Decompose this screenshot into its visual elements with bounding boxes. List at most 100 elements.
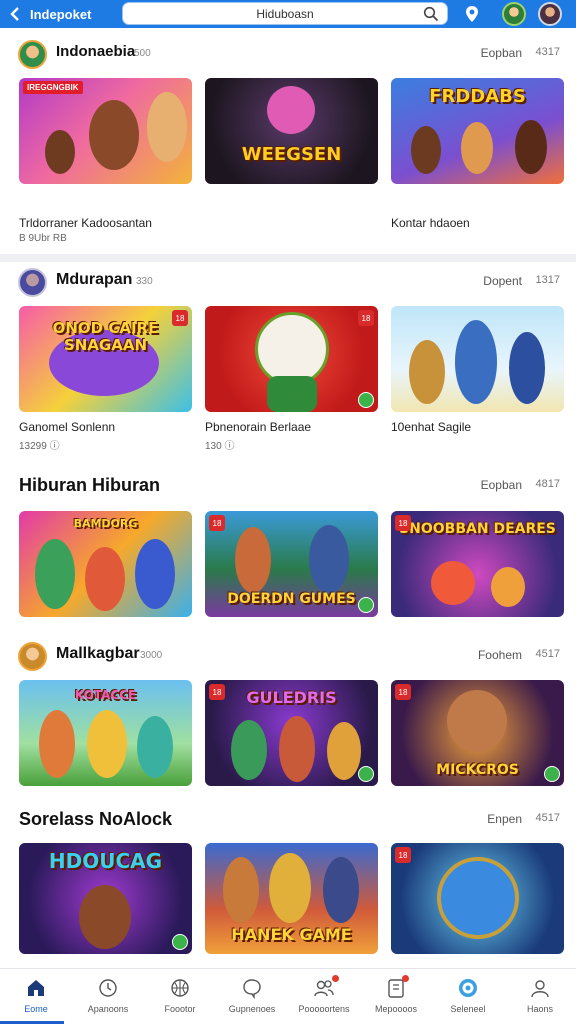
nav-item-gupnenoes[interactable]: Gupnenoes [216,969,288,1024]
section-mallkagbar: Mallkagbar 3000 Foohem 4517 KOTACCE GULE… [0,636,576,796]
verified-badge-icon [358,392,374,408]
card-badge: 18 [358,310,374,326]
section-title: Sorelass NoAlock [19,809,173,829]
home-icon [28,980,44,996]
card-badge: 18 [209,684,225,700]
section-title: Hiburan Hiburan [19,475,161,495]
game-card[interactable]: BAMDORG [19,511,192,617]
game-card[interactable]: 18 [205,306,378,412]
card-caption: Trldorraner Kadoosantan [19,216,152,230]
see-all-link[interactable]: Foohem [478,648,522,662]
game-card[interactable]: SNOOBBAN DEARES 18 [391,511,564,617]
verified-badge-icon [544,766,560,782]
section-header: Mdurapan 330 Dopent 1317 [0,262,576,300]
section-sorelass: Sorelass NoAlock Enpen 4517 HDOUCAG HANE… [0,800,576,960]
game-card[interactable] [391,306,564,412]
top-app-bar: Indepoket [0,0,576,28]
see-all-link[interactable]: Eopban [481,46,522,60]
chat-icon [243,979,261,999]
section-number: 4517 [535,648,560,660]
section-number: 1317 [535,274,560,286]
card-caption: Pbnenorain Berlaae [205,420,312,434]
section-title: Mdurapan [56,271,133,288]
game-card[interactable]: 18 [391,843,564,954]
card-caption: 10enhat Sagile [391,420,472,434]
basketball-icon [171,979,189,997]
card-subtext: 130 ⓘ [205,441,235,452]
card-art-text: WEEGSEN [241,144,342,165]
section-count: 3000 [140,650,163,661]
verified-badge-icon [358,597,374,613]
card-badge: 18 [209,515,225,531]
section-title: Mallkagbar [56,645,140,662]
section-title: Indonaebia [56,43,136,60]
section-mdurapan: Mdurapan 330 Dopent 1317 ONOD CAIRE SNAG… [0,262,576,462]
user-avatar[interactable] [502,2,526,26]
verified-badge-icon [358,766,374,782]
game-card[interactable]: FRDDABS [391,78,564,184]
clock-icon [99,979,117,997]
card-art-text: FRDDABS [429,86,526,107]
nav-item-foootor[interactable]: Foootor [144,969,216,1024]
nav-label: Haons [526,1004,553,1014]
card-art-text: KOTACCE [74,688,137,702]
game-card[interactable]: KOTACCE [19,680,192,786]
card-art-text: SNOOBBAN DEARES [399,521,556,537]
nav-item-pooooortens[interactable]: Pooooortens [288,969,360,1024]
card-art-text: DOERDN GUMES [227,591,356,607]
card-caption: Ganomel Sonlenn [19,420,116,434]
location-pin-icon[interactable] [460,2,484,26]
card-badge: 18 [395,684,411,700]
search-icon[interactable] [423,6,439,22]
section-divider [0,254,576,262]
nav-item-mepoooos[interactable]: Mepoooos [360,969,432,1024]
section-header: Indonaebia 500 Eopban 4317 [0,34,576,72]
card-art-text: MICKCROS [436,762,519,778]
card-badge: 18 [395,847,411,863]
nav-item-home[interactable]: Eome [0,969,72,1024]
card-art-text: BAMDORG [73,517,138,530]
section-hiburan: Hiburan Hiburan Eopban 4817 BAMDORG DOER… [0,466,576,626]
see-all-link[interactable]: Eopban [481,478,522,492]
section-number: 4817 [535,478,560,490]
nav-label: Foootor [164,1004,196,1014]
card-tag: IREGGNGBIK [23,81,83,94]
section-indonaebia: Indonaebia 500 Eopban 4317 IREGGNGBIK WE… [0,34,576,256]
nav-label: Eome [24,1004,48,1014]
search-bar[interactable] [122,2,448,25]
profile-icon [531,980,549,998]
game-card[interactable]: WEEGSEN [205,78,378,184]
profile-avatar[interactable] [538,2,562,26]
section-count: 500 [134,48,151,59]
game-card[interactable]: IREGGNGBIK [19,78,192,184]
card-art-text: HDOUCAG [48,849,163,873]
section-number: 4517 [535,812,560,824]
back-arrow-icon[interactable] [4,0,26,28]
notification-dot [402,975,409,982]
nav-label: Mepoooos [374,1004,418,1014]
card-subtext: B 9Ubr RB [19,233,67,244]
nav-label: Pooooortens [298,1004,350,1014]
game-card[interactable]: GULEDRIS 18 [205,680,378,786]
section-avatar [18,642,47,671]
search-input[interactable] [145,6,425,21]
nav-item-haons[interactable]: Haons [504,969,576,1024]
game-card[interactable]: HANEK GAME [205,843,378,954]
section-avatar [18,40,47,69]
app-title: Indepoket [30,6,92,22]
card-badge: 18 [395,515,411,531]
see-all-link[interactable]: Enpen [487,812,522,826]
section-header: Hiburan Hiburan Eopban 4817 [0,466,576,504]
card-art-text: GULEDRIS [246,688,337,707]
section-header: Mallkagbar 3000 Foohem 4517 [0,636,576,674]
nav-item-apanoons[interactable]: Apanoons [72,969,144,1024]
see-all-link[interactable]: Dopent [483,274,522,288]
game-card[interactable]: DOERDN GUMES 18 [205,511,378,617]
card-art-text: ONOD CAIRE SNAGAAN [52,319,159,354]
nav-item-seleneel[interactable]: Seleneel [432,969,504,1024]
game-card[interactable]: MICKCROS 18 [391,680,564,786]
game-card[interactable]: ONOD CAIRE SNAGAAN 18 [19,306,192,412]
verified-badge-icon [172,934,188,950]
game-card[interactable]: HDOUCAG [19,843,192,954]
card-subtext: 13299 ⓘ [19,441,60,452]
